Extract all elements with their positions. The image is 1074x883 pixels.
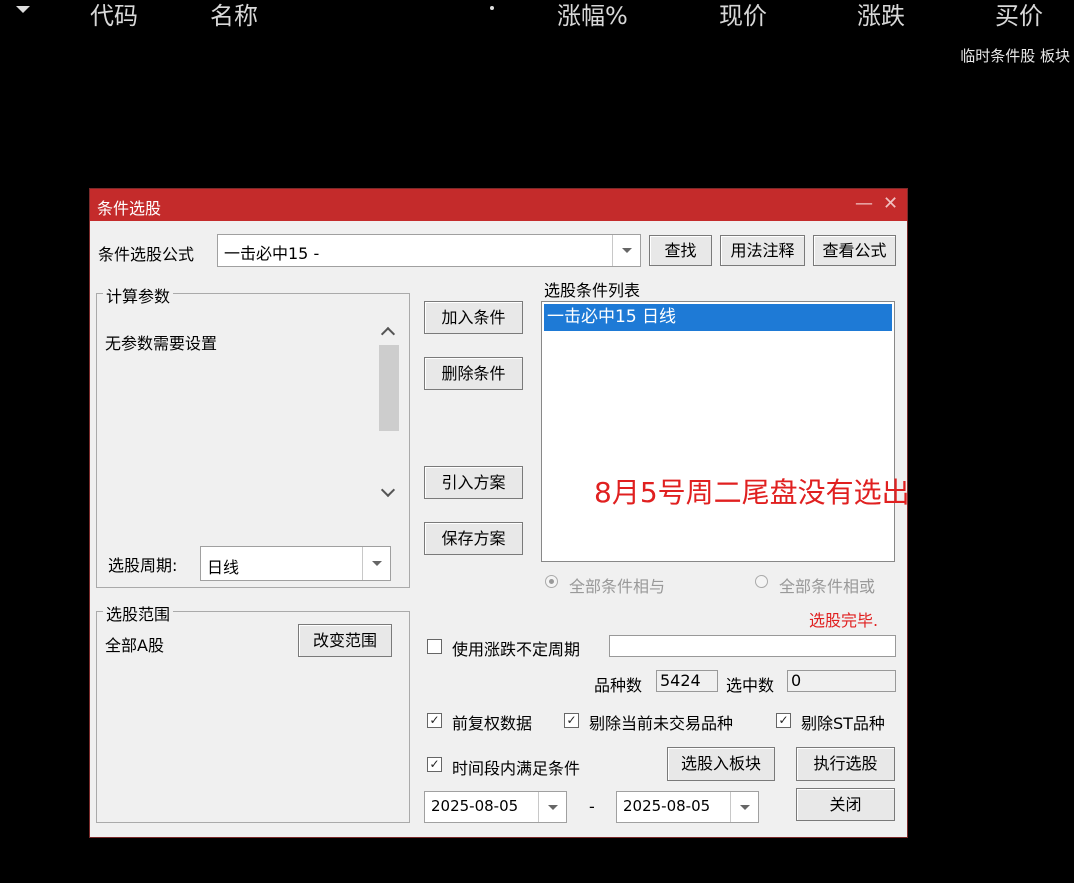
formula-value: 一击必中15 -	[224, 244, 320, 263]
delete-condition-button[interactable]: 删除条件	[424, 357, 523, 390]
dialog-titlebar[interactable]: 条件选股 — ✕	[90, 189, 907, 221]
start-date-picker[interactable]: 2025-08-05	[424, 791, 567, 823]
column-change-pct[interactable]: 涨幅%	[557, 0, 628, 32]
adjusted-data-label: 前复权数据	[452, 714, 533, 733]
period-value: 日线	[207, 558, 240, 577]
column-change[interactable]: 涨跌	[857, 0, 905, 32]
logic-and-label: 全部条件相与	[569, 577, 666, 596]
logic-and-radio[interactable]	[545, 575, 558, 588]
scroll-down-icon[interactable]	[380, 482, 396, 498]
annotation-text: 8月5号周二尾盘没有选出	[594, 476, 910, 509]
add-condition-button[interactable]: 加入条件	[424, 301, 523, 334]
stock-table-header: 代码 名称 涨幅% 现价 涨跌 买价	[0, 0, 1074, 40]
condition-list-title: 选股条件列表	[544, 281, 641, 300]
total-count-label: 品种数	[594, 676, 643, 695]
total-count: 5424	[656, 670, 718, 692]
view-formula-button[interactable]: 查看公式	[813, 235, 896, 266]
execute-button[interactable]: 执行选股	[796, 747, 895, 781]
params-scrollbar[interactable]	[377, 319, 401, 507]
exclude-st-label: 剔除ST品种	[801, 714, 885, 733]
logic-or-label: 全部条件相或	[779, 577, 876, 596]
import-scheme-button[interactable]: 引入方案	[424, 466, 523, 499]
column-bid[interactable]: 买价	[995, 0, 1043, 32]
dialog-title: 条件选股	[97, 199, 162, 218]
save-scheme-button[interactable]: 保存方案	[424, 522, 523, 555]
period-select[interactable]: 日线	[200, 546, 391, 581]
formula-label: 条件选股公式	[98, 245, 195, 264]
usage-button[interactable]: 用法注释	[720, 235, 805, 266]
column-code[interactable]: 代码	[90, 0, 138, 32]
column-name[interactable]: 名称	[210, 0, 258, 32]
adjusted-data-checkbox[interactable]: ✓	[427, 713, 442, 728]
change-scope-button[interactable]: 改变范围	[298, 624, 392, 657]
minimize-icon[interactable]: —	[855, 193, 873, 215]
formula-select[interactable]: 一击必中15 -	[217, 234, 641, 267]
sort-dropdown-icon[interactable]	[16, 6, 30, 13]
start-date-value: 2025-08-05	[431, 797, 519, 815]
period-condition-label: 时间段内满足条件	[452, 759, 581, 778]
variable-period-checkbox[interactable]	[427, 639, 442, 654]
exclude-untraded-checkbox[interactable]: ✓	[564, 713, 579, 728]
period-condition-checkbox[interactable]: ✓	[427, 757, 442, 772]
selected-count: 0	[787, 670, 896, 692]
sort-dot-icon	[490, 6, 494, 10]
logic-or-radio[interactable]	[755, 575, 768, 588]
to-block-button[interactable]: 选股入板块	[667, 747, 775, 781]
scroll-thumb[interactable]	[379, 345, 399, 431]
variable-period-label: 使用涨跌不定周期	[452, 640, 581, 659]
end-date-picker[interactable]: 2025-08-05	[616, 791, 759, 823]
period-label: 选股周期:	[108, 556, 178, 575]
end-date-value: 2025-08-05	[623, 797, 711, 815]
scope-group: 选股范围 全部A股 改变范围	[96, 601, 410, 823]
exclude-st-checkbox[interactable]: ✓	[776, 713, 791, 728]
column-price[interactable]: 现价	[719, 0, 767, 32]
condition-stock-dialog: 条件选股 — ✕ 条件选股公式 一击必中15 - 查找 用法注释 查看公式 计算…	[89, 188, 910, 838]
chevron-down-icon[interactable]	[612, 235, 640, 266]
params-group: 计算参数 无参数需要设置	[96, 283, 410, 588]
variable-period-input[interactable]	[609, 635, 896, 657]
chevron-down-icon[interactable]	[362, 547, 390, 580]
close-icon[interactable]: ✕	[883, 193, 898, 215]
params-group-title: 计算参数	[103, 283, 174, 307]
status-text: 选股完毕.	[809, 611, 879, 630]
scope-value: 全部A股	[105, 636, 164, 655]
date-separator: -	[589, 797, 595, 816]
selected-count-label: 选中数	[726, 676, 775, 695]
find-button[interactable]: 查找	[649, 235, 712, 266]
chevron-down-icon[interactable]	[538, 792, 566, 822]
close-button[interactable]: 关闭	[796, 788, 895, 821]
chevron-down-icon[interactable]	[730, 792, 758, 822]
scope-group-title: 选股范围	[103, 601, 174, 625]
list-item[interactable]: 一击必中15 日线	[544, 304, 892, 331]
temp-block-tag: 临时条件股 板块	[960, 47, 1070, 65]
params-text: 无参数需要设置	[105, 334, 218, 353]
condition-list[interactable]: 一击必中15 日线	[541, 301, 895, 562]
scroll-up-icon[interactable]	[380, 326, 396, 342]
exclude-untraded-label: 剔除当前未交易品种	[589, 714, 734, 733]
